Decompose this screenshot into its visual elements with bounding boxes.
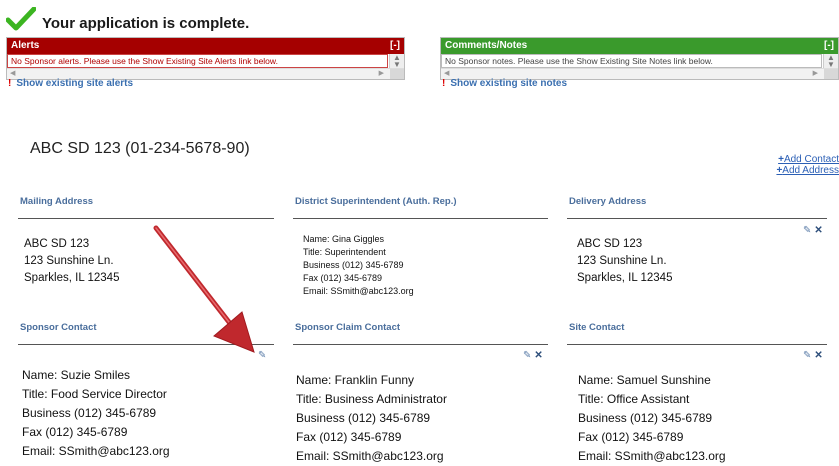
scroll-right-icon[interactable]: ▶: [813, 69, 818, 77]
notes-spinner[interactable]: ▲ ▼: [823, 54, 838, 69]
contact-name: Name: Franklin Funny: [296, 373, 415, 387]
contact-name: Name: Gina Giggles: [303, 234, 385, 244]
divider: [567, 218, 827, 219]
address-line: Sparkles, IL 12345: [24, 272, 120, 284]
x-icon[interactable]: ✕: [814, 350, 822, 361]
x-icon[interactable]: ✕: [534, 350, 542, 361]
notes-header: Comments/Notes [-]: [441, 38, 838, 54]
contact-fax: Fax (012) 345-6789: [578, 430, 684, 444]
alert-icon: !: [442, 78, 446, 89]
alert-icon: !: [8, 78, 12, 89]
show-alerts-link-row[interactable]: ! Show existing site alerts: [8, 78, 133, 89]
address-line: 123 Sunshine Ln.: [24, 255, 114, 267]
contact-title: Title: Food Service Director: [22, 387, 167, 401]
alerts-spinner[interactable]: ▲ ▼: [389, 54, 404, 69]
site-contact-details: Name: Samuel Sunshine Title: Office Assi…: [578, 371, 726, 466]
scroll-corner: [824, 69, 838, 79]
alerts-collapse-toggle[interactable]: [-]: [390, 38, 400, 54]
address-line: ABC SD 123: [577, 238, 643, 250]
show-notes-link-row[interactable]: ! Show existing site notes: [442, 78, 567, 89]
delivery-actions: ✎ ✕: [803, 225, 823, 236]
alerts-body: No Sponsor alerts. Please use the Show E…: [7, 54, 404, 69]
claim-contact-heading: Sponsor Claim Contact: [295, 322, 401, 333]
contact-email: Email: SSmith@abc123.org: [296, 449, 444, 463]
scroll-left-icon[interactable]: ◀: [444, 69, 449, 77]
alerts-panel: Alerts [-] No Sponsor alerts. Please use…: [6, 37, 405, 80]
delivery-heading: Delivery Address: [569, 196, 647, 207]
contact-fax: Fax (012) 345-6789: [296, 430, 402, 444]
alerts-textbox[interactable]: No Sponsor alerts. Please use the Show E…: [7, 54, 388, 68]
contact-name: Name: Suzie Smiles: [22, 368, 131, 382]
contact-title: Title: Business Administrator: [296, 392, 447, 406]
checkmark-icon: [6, 7, 36, 31]
mailing-address: ABC SD 123 123 Sunshine Ln. Sparkles, IL…: [24, 236, 119, 287]
contact-title: Title: Office Assistant: [578, 392, 690, 406]
pencil-icon[interactable]: ✎: [803, 225, 811, 236]
scroll-corner: [390, 69, 404, 79]
notes-title: Comments/Notes: [445, 40, 528, 51]
notes-body: No Sponsor notes. Please use the Show Ex…: [441, 54, 838, 69]
delivery-address: ABC SD 123 123 Sunshine Ln. Sparkles, IL…: [577, 236, 672, 287]
superintendent-details: Name: Gina Giggles Title: Superintendent…: [303, 233, 414, 298]
sponsor-contact-heading: Sponsor Contact: [20, 322, 97, 333]
show-notes-link[interactable]: Show existing site notes: [450, 78, 567, 89]
claim-contact-details: Name: Franklin Funny Title: Business Adm…: [296, 371, 447, 466]
x-icon[interactable]: ✕: [814, 225, 822, 236]
contact-business: Business (012) 345-6789: [22, 406, 157, 420]
status-bar: Your application is complete.: [6, 2, 249, 36]
alerts-title: Alerts: [11, 40, 40, 51]
contact-fax: Fax (012) 345-6789: [22, 425, 128, 439]
site-contact-heading: Site Contact: [569, 322, 625, 333]
contact-name: Name: Samuel Sunshine: [578, 373, 711, 387]
contact-email: Email: SSmith@abc123.org: [22, 444, 170, 458]
add-links: +Add Contact +Add Address: [776, 154, 839, 176]
address-line: ABC SD 123: [24, 238, 90, 250]
show-alerts-link[interactable]: Show existing site alerts: [16, 78, 133, 89]
address-line: 123 Sunshine Ln.: [577, 255, 667, 267]
address-line: Sparkles, IL 12345: [577, 272, 673, 284]
contact-fax: Fax (012) 345-6789: [303, 273, 383, 283]
contact-email: Email: SSmith@abc123.org: [578, 449, 726, 463]
pencil-icon[interactable]: ✎: [803, 350, 811, 361]
pencil-icon[interactable]: ✎: [523, 350, 531, 361]
divider: [18, 218, 274, 219]
contact-business: Business (012) 345-6789: [296, 411, 431, 425]
site-contact-actions: ✎ ✕: [803, 350, 823, 361]
contact-business: Business (012) 345-6789: [578, 411, 713, 425]
mailing-heading: Mailing Address: [20, 196, 94, 207]
divider: [567, 344, 827, 345]
annotation-arrow: [153, 225, 255, 353]
superintendent-heading: District Superintendent (Auth. Rep.): [295, 196, 457, 207]
add-contact-link[interactable]: +Add Contact: [776, 154, 839, 165]
scroll-left-icon[interactable]: ◀: [10, 69, 15, 77]
contact-email: Email: SSmith@abc123.org: [303, 286, 414, 296]
scroll-right-icon[interactable]: ▶: [379, 69, 384, 77]
notes-collapse-toggle[interactable]: [-]: [824, 38, 834, 54]
add-address-link[interactable]: +Add Address: [776, 165, 839, 176]
notes-textbox[interactable]: No Sponsor notes. Please use the Show Ex…: [441, 54, 822, 68]
notes-panel: Comments/Notes [-] No Sponsor notes. Ple…: [440, 37, 839, 80]
claim-contact-actions: ✎ ✕: [523, 350, 543, 361]
contact-title: Title: Superintendent: [303, 247, 386, 257]
alerts-header: Alerts [-]: [7, 38, 404, 54]
divider: [293, 218, 548, 219]
divider: [293, 344, 548, 345]
completion-message: Your application is complete.: [42, 14, 250, 32]
page-title: ABC SD 123 (01-234-5678-90): [30, 140, 250, 157]
contact-business: Business (012) 345-6789: [303, 260, 404, 270]
sponsor-contact-details: Name: Suzie Smiles Title: Food Service D…: [22, 366, 170, 461]
